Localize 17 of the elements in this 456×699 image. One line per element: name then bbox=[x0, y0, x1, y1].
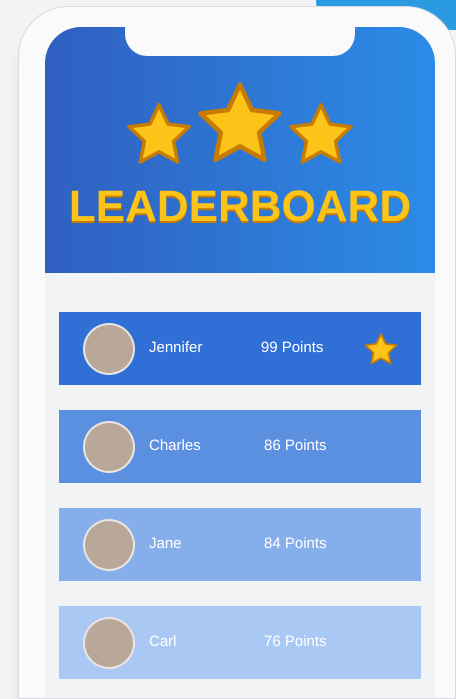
avatar-placeholder bbox=[83, 322, 135, 374]
avatar-placeholder bbox=[83, 616, 135, 668]
avatar-placeholder bbox=[83, 518, 135, 570]
player-points: 99 Points bbox=[260, 338, 324, 358]
player-name: Jane bbox=[149, 534, 183, 554]
player-name: Carl bbox=[149, 632, 178, 652]
avatar-placeholder bbox=[83, 420, 135, 472]
player-name: Jennifer bbox=[149, 338, 204, 358]
leaderboard-row[interactable]: Charles 86 Points bbox=[59, 410, 421, 483]
player-points: 86 Points bbox=[264, 436, 328, 456]
player-points: 76 Points bbox=[264, 632, 328, 652]
leaderboard-row[interactable]: Jennifer 99 Points bbox=[59, 312, 421, 385]
leaderboard-title: LEADERBOARD bbox=[68, 185, 412, 229]
leaderboard-row[interactable]: Carl 76 Points bbox=[59, 606, 421, 679]
player-name: Charles bbox=[149, 436, 202, 456]
leaderboard-row[interactable]: Jane 84 Points bbox=[59, 508, 421, 581]
player-points: 84 Points bbox=[264, 534, 328, 554]
